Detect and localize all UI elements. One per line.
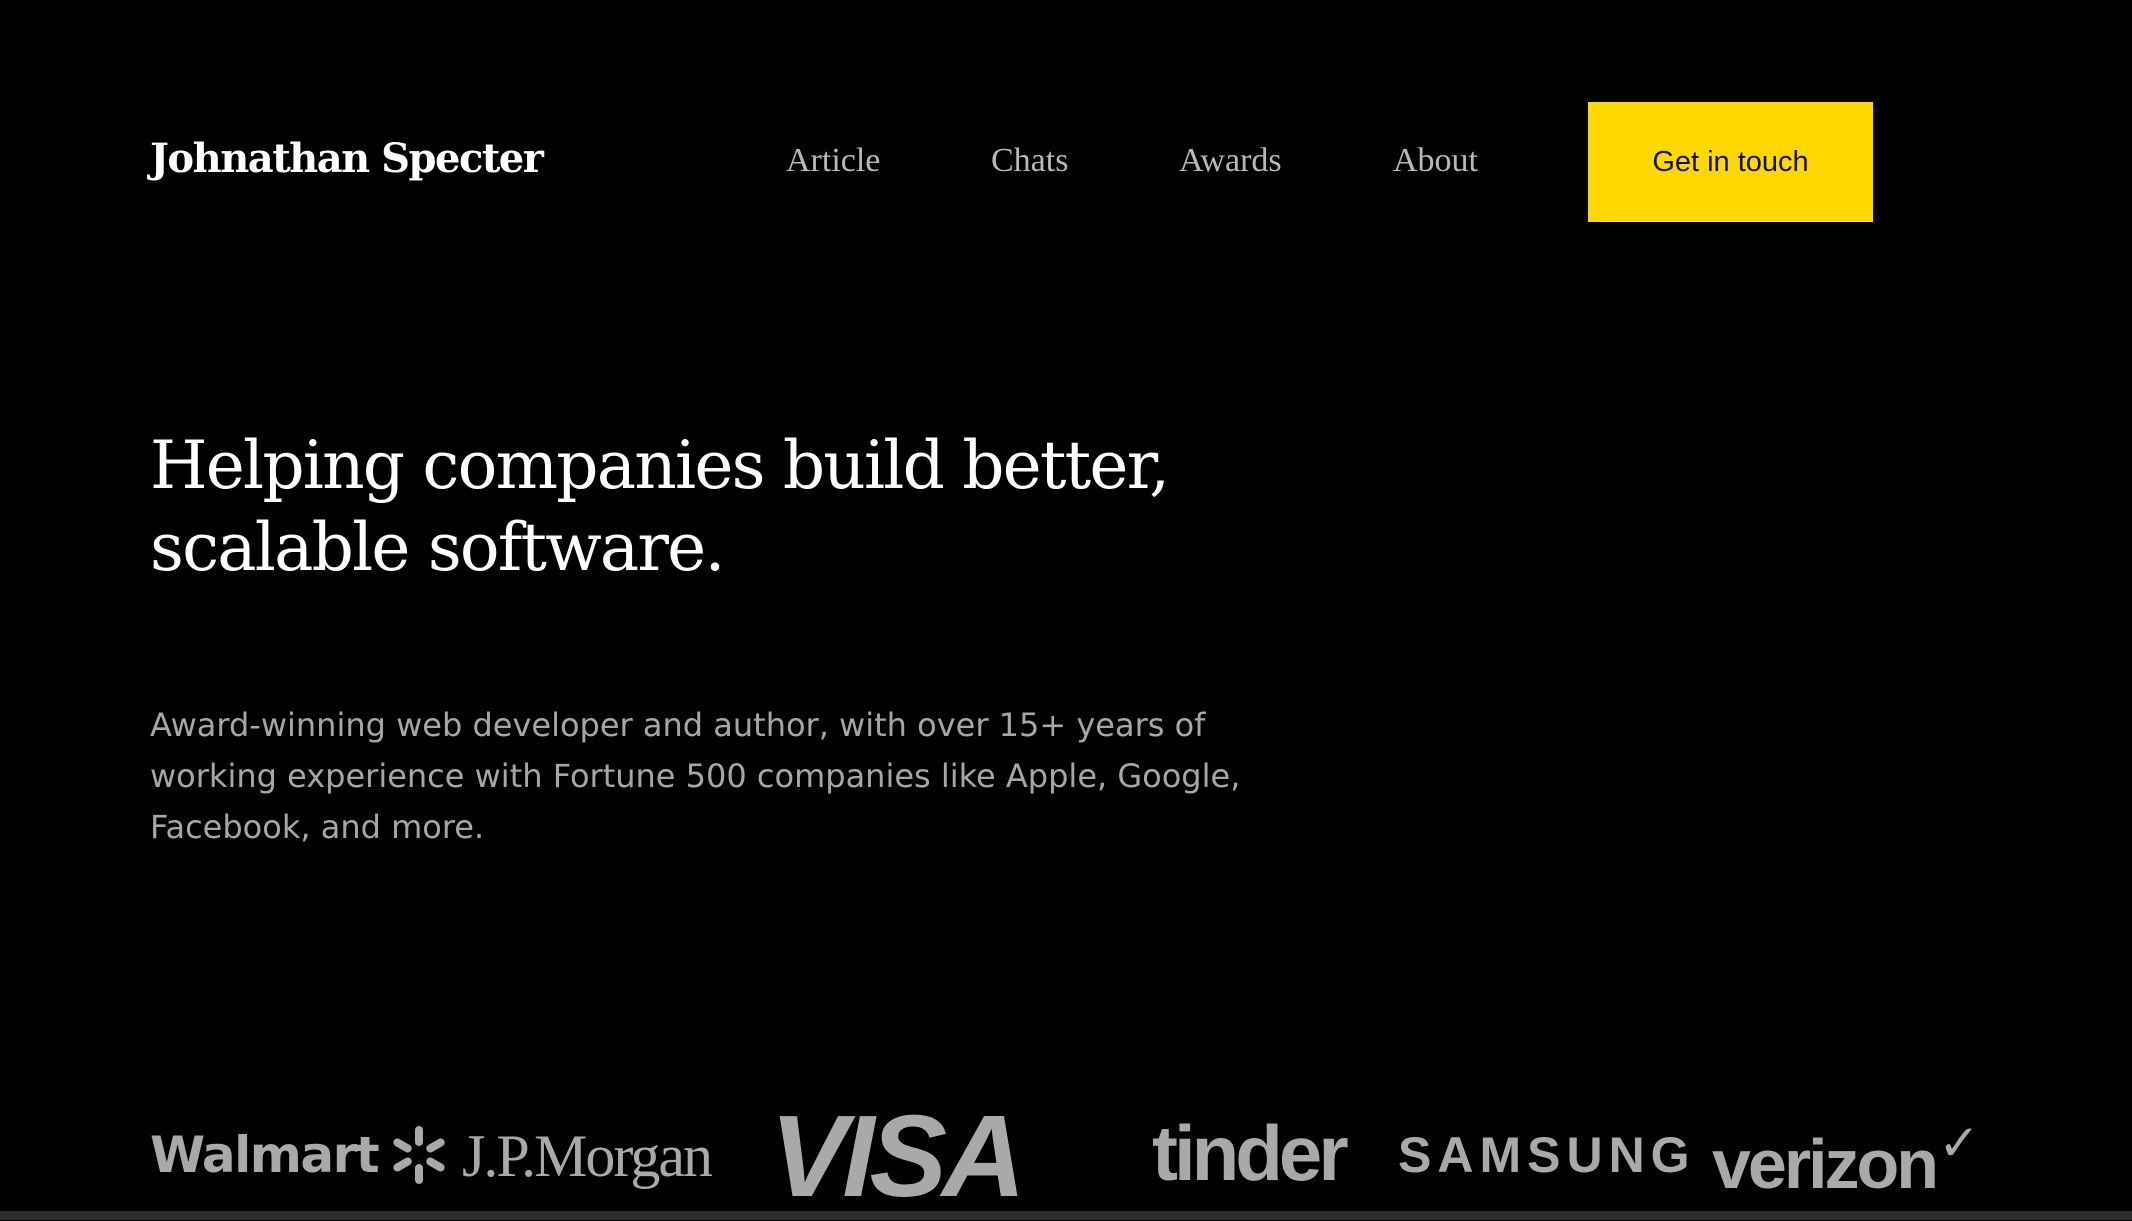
nav-link-awards[interactable]: Awards: [1179, 142, 1282, 180]
nav-link-chats[interactable]: Chats: [991, 142, 1068, 180]
samsung-logo: SAMSUNG: [1398, 1127, 1696, 1183]
nav-link-article[interactable]: Article: [786, 142, 880, 180]
walmart-logo: Walmart: [150, 1124, 450, 1186]
walmart-logo-text: Walmart: [150, 1126, 380, 1184]
hero-description-line: Facebook, and more.: [150, 808, 485, 846]
hero-title-line: Helping companies build better,: [150, 427, 1170, 504]
verizon-logo-text: verizon: [1712, 1125, 1939, 1203]
client-logos: Walmart J.P.Morgan VISA tinder SAMSUNG v…: [0, 1098, 2132, 1214]
verizon-checkmark-icon: ✓: [1938, 1115, 1980, 1171]
hero-title-line: scalable software.: [150, 509, 725, 586]
hero-title: Helping companies build better, scalable…: [150, 425, 1250, 589]
nav-link-about[interactable]: About: [1393, 142, 1478, 180]
hero-description-line: Award-winning web developer and author, …: [150, 706, 1206, 744]
get-in-touch-button[interactable]: Get in touch: [1588, 102, 1873, 222]
walmart-spark-icon: [393, 1126, 445, 1184]
site-header: Johnathan Specter Article Chats Awards A…: [0, 0, 2132, 320]
tinder-logo: tinder: [1152, 1109, 1349, 1197]
jpmorgan-logo: J.P.Morgan: [462, 1123, 713, 1189]
visa-logo: VISA: [770, 1091, 1026, 1221]
brand-name[interactable]: Johnathan Specter: [150, 135, 544, 182]
hero-description-line: working experience with Fortune 500 comp…: [150, 757, 1241, 795]
verizon-logo: verizon✓: [1712, 1115, 1980, 1199]
bottom-scroll-edge: [0, 1211, 2132, 1220]
hero-description: Award-winning web developer and author, …: [150, 700, 1300, 853]
